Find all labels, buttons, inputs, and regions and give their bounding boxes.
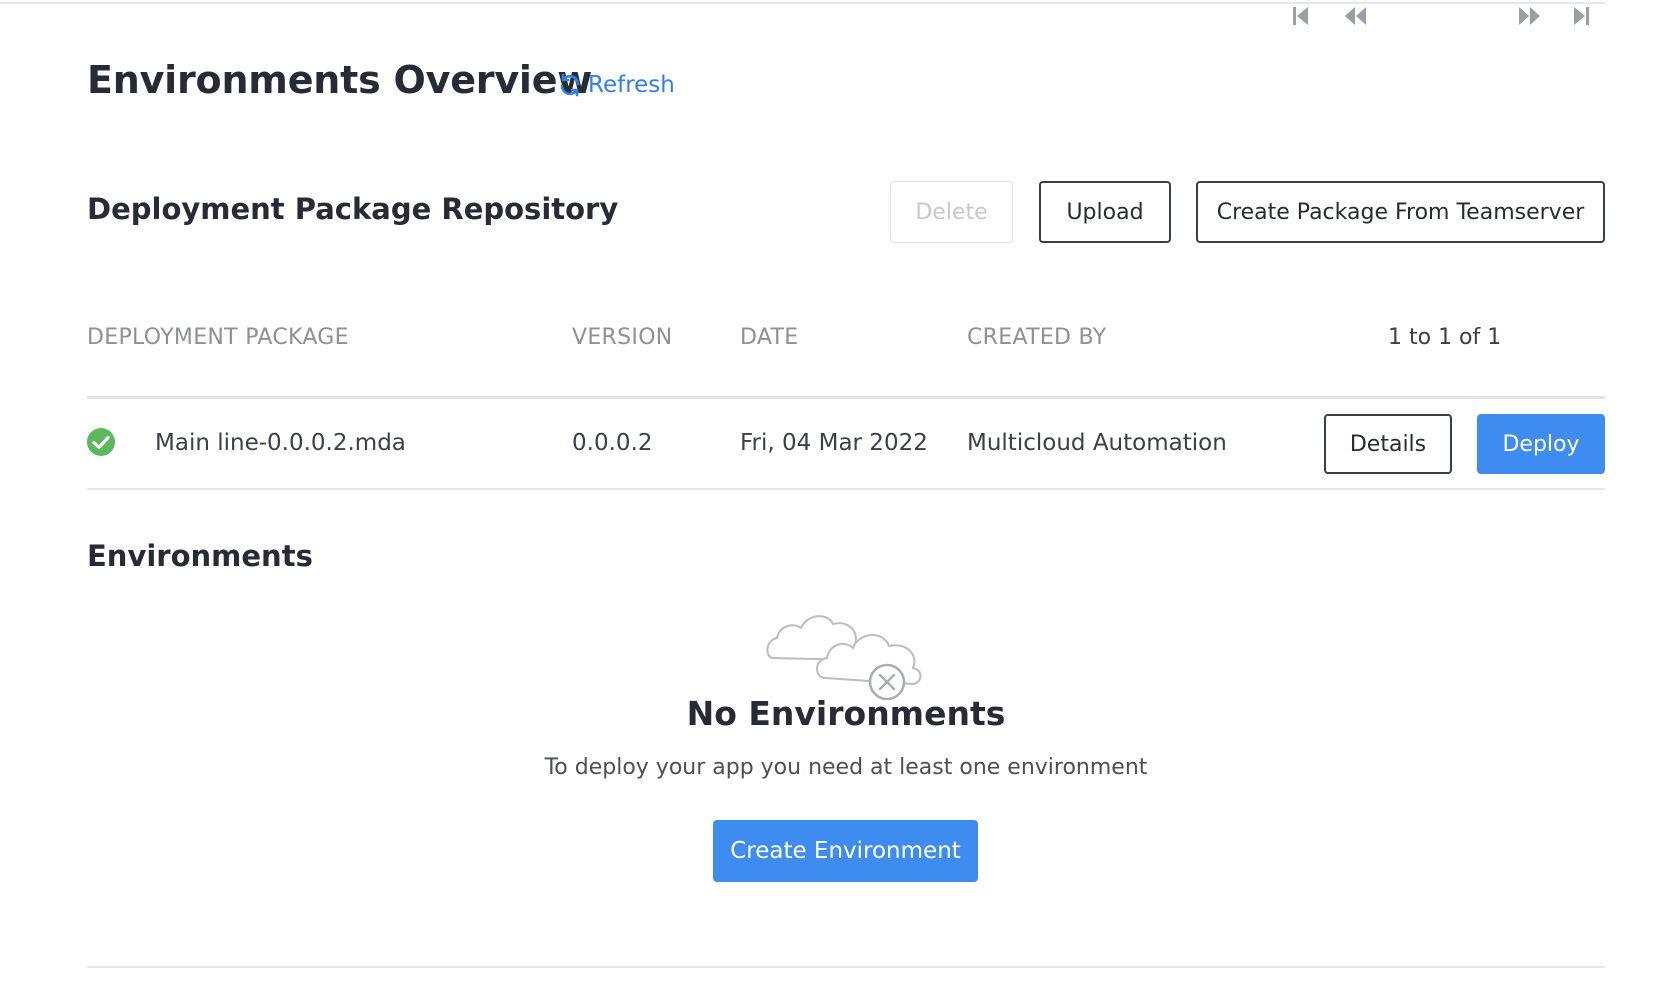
page-title: Environments Overview (87, 58, 593, 102)
create-package-button[interactable]: Create Package From Teamserver (1196, 181, 1605, 243)
table-header-divider (87, 396, 1605, 399)
refresh-button[interactable]: Refresh (558, 72, 675, 98)
column-header-version[interactable]: VERSION (572, 325, 673, 350)
deploy-button[interactable]: Deploy (1477, 414, 1605, 474)
empty-state-message: To deploy your app you need at least one… (544, 755, 1148, 780)
first-page-icon[interactable] (1290, 3, 1312, 33)
column-header-package[interactable]: DEPLOYMENT PACKAGE (87, 325, 349, 350)
column-header-date[interactable]: DATE (740, 325, 798, 350)
row-divider (87, 488, 1605, 490)
last-page-icon[interactable] (1570, 3, 1592, 33)
refresh-icon (558, 73, 588, 97)
create-environment-button[interactable]: Create Environment (713, 820, 978, 882)
details-button[interactable]: Details (1324, 414, 1452, 474)
bottom-divider (87, 966, 1605, 968)
package-version: 0.0.0.2 (572, 430, 653, 456)
empty-state-title: No Environments (686, 694, 1006, 733)
upload-button[interactable]: Upload (1039, 181, 1171, 243)
column-header-created-by[interactable]: CREATED BY (967, 325, 1107, 350)
check-circle-icon (86, 427, 116, 461)
package-name: Main line-0.0.0.2.mda (155, 430, 406, 456)
refresh-label: Refresh (588, 72, 675, 98)
pagination-text: 1 to 1 of 1 (1388, 325, 1502, 350)
package-date: Fri, 04 Mar 2022 (740, 430, 928, 456)
next-page-icon[interactable] (1515, 3, 1543, 33)
delete-button[interactable]: Delete (890, 181, 1013, 243)
prev-page-icon[interactable] (1342, 3, 1370, 33)
environments-title: Environments (87, 539, 313, 573)
cloud-error-icon (763, 600, 933, 704)
repository-title: Deployment Package Repository (87, 192, 619, 226)
package-created-by: Multicloud Automation (967, 430, 1227, 456)
